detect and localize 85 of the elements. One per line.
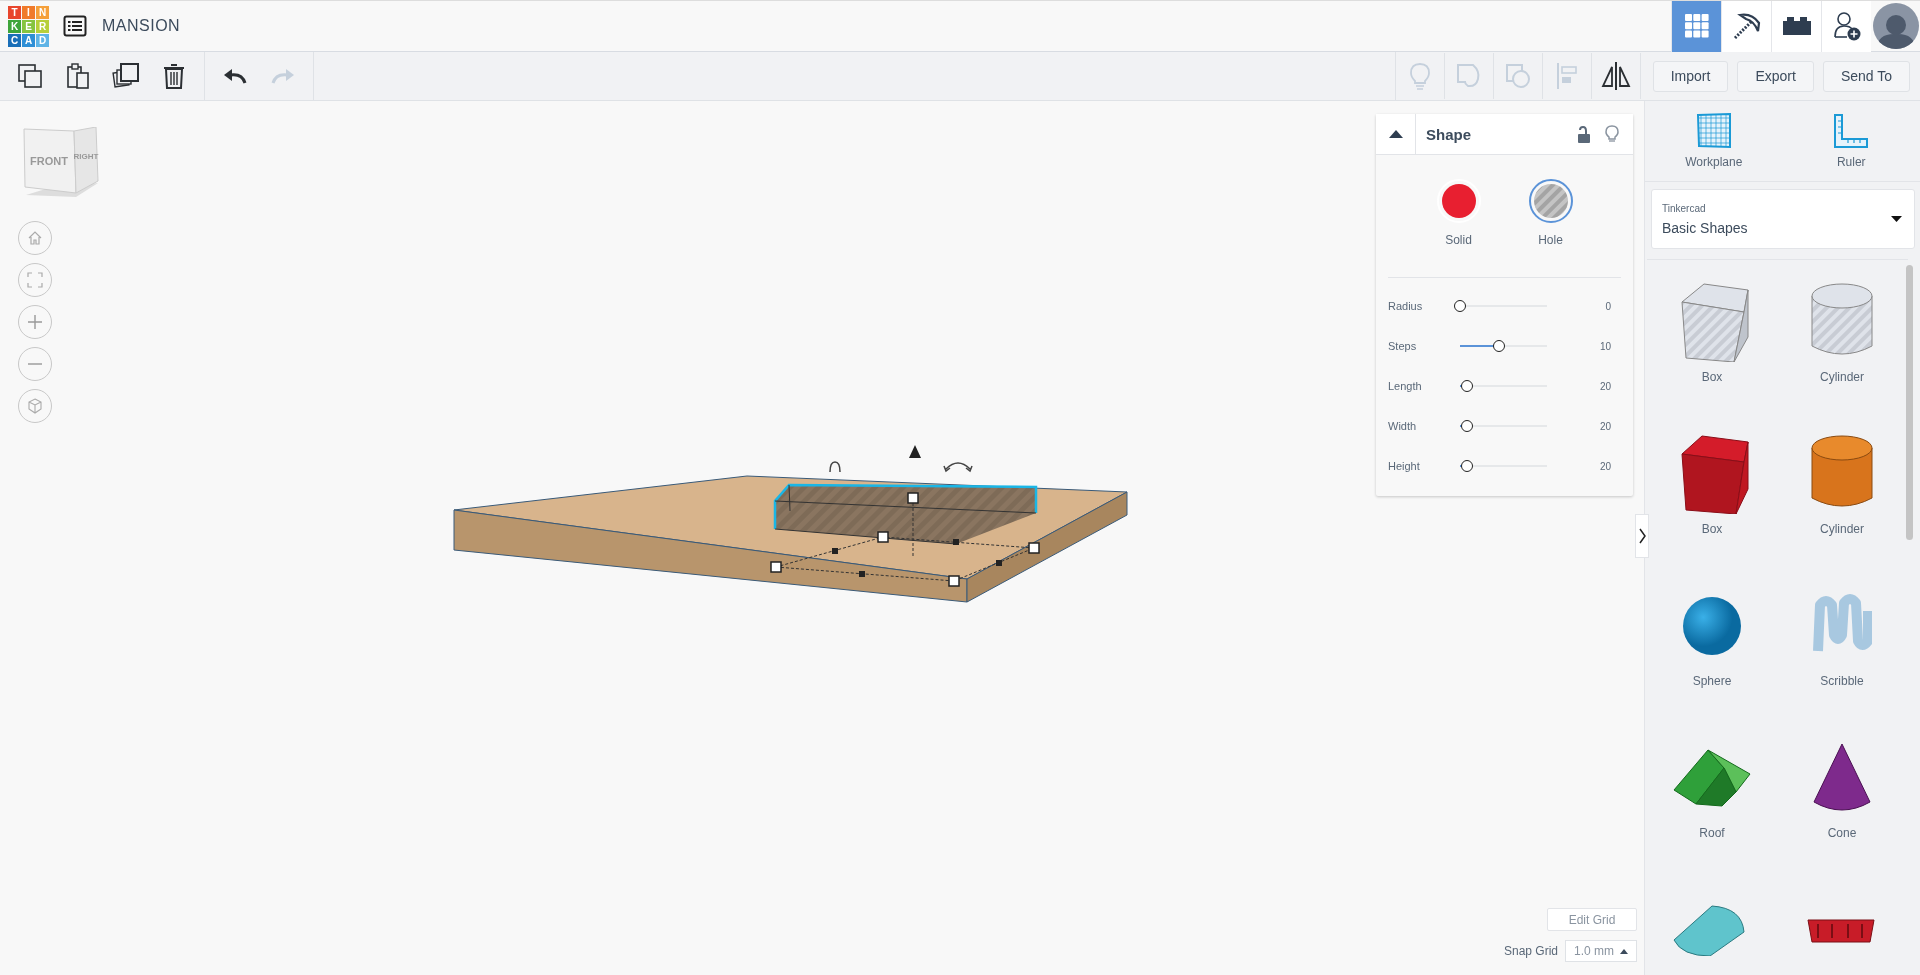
clipboard-icon — [66, 62, 90, 90]
shape-tile[interactable]: Scribble — [1777, 570, 1907, 722]
snap-grid-dropdown[interactable]: 1.0 mm — [1565, 940, 1637, 962]
redo-icon — [271, 67, 295, 85]
shape-library-dropdown[interactable]: Tinkercad Basic Shapes — [1651, 189, 1915, 249]
rotate-handle[interactable] — [829, 461, 841, 473]
resize-handle[interactable] — [907, 492, 919, 504]
user-avatar[interactable] — [1873, 3, 1919, 49]
shape-tile[interactable]: Box — [1647, 418, 1777, 570]
minus-icon — [28, 363, 42, 365]
undo-icon — [223, 67, 247, 85]
view-button[interactable] — [1771, 0, 1821, 52]
ruler-icon — [1833, 113, 1870, 149]
grid-plane-icon — [1695, 113, 1732, 149]
ungroup-icon — [1504, 62, 1531, 90]
pickaxe-icon — [1731, 11, 1762, 41]
export-button[interactable]: Export — [1737, 60, 1814, 92]
parameter-value: 10 — [1598, 340, 1612, 352]
lift-handle[interactable] — [909, 445, 921, 458]
duplicate-icon — [112, 62, 140, 90]
cone-icon — [1812, 742, 1872, 814]
group-icon — [1455, 62, 1482, 90]
list-icon — [63, 15, 87, 37]
sphere-icon — [1682, 596, 1742, 656]
grid-icon — [1684, 14, 1709, 38]
lightbulb-icon[interactable] — [1605, 125, 1619, 143]
shape-tile[interactable]: Cylinder — [1777, 266, 1907, 418]
solid-swatch-icon — [1441, 184, 1476, 218]
fit-view-icon — [27, 272, 43, 288]
resize-handle[interactable] — [877, 531, 889, 543]
parameter-value: 20 — [1598, 460, 1612, 472]
design-list-button[interactable] — [63, 15, 87, 37]
parameter-value: 20 — [1598, 380, 1612, 392]
shape-tile[interactable]: Box — [1647, 266, 1777, 418]
resize-handle[interactable] — [1028, 542, 1040, 554]
send-to-button[interactable]: Send To — [1822, 60, 1910, 92]
trash-icon — [163, 62, 185, 90]
shape-tile[interactable]: Cylinder — [1777, 418, 1907, 570]
add-user-icon — [1832, 11, 1861, 41]
chevron-right-icon — [1638, 528, 1646, 544]
mirror-icon — [1600, 61, 1631, 91]
panel-toggle-button[interactable] — [1635, 514, 1649, 558]
cube-face-label: FRONT — [30, 155, 68, 167]
parameter-label: Width — [1388, 420, 1418, 432]
copy-icon — [17, 63, 43, 89]
caret-up-icon — [1388, 130, 1403, 138]
caret-up-icon — [1620, 948, 1628, 954]
parameter-label: Length — [1388, 380, 1423, 392]
add-user-button[interactable] — [1821, 0, 1871, 52]
parameter-label: Radius — [1388, 300, 1424, 312]
plus-icon — [27, 314, 43, 330]
snap-grid-label: Snap Grid — [1503, 944, 1558, 958]
edit-grid-button[interactable]: Edit Grid — [1547, 908, 1637, 931]
parameter-value: 0 — [1604, 300, 1612, 312]
align-icon — [1555, 62, 1578, 90]
project-title: MANSION — [102, 17, 181, 35]
unlocked-padlock-icon[interactable] — [1577, 125, 1591, 143]
striped-hole-swatch-icon — [1533, 184, 1568, 218]
view-button[interactable] — [1721, 0, 1771, 52]
resize-handle[interactable] — [948, 575, 960, 587]
ruler-tool[interactable]: Ruler — [1782, 101, 1920, 181]
parameter-label: Steps — [1388, 340, 1418, 352]
app-logo[interactable]: T I N K E R C A D — [8, 5, 49, 47]
edge-handle[interactable] — [859, 571, 865, 577]
edge-handle[interactable] — [996, 560, 1002, 566]
edge-handle[interactable] — [832, 548, 838, 554]
cube-face-label: RIGHT — [73, 152, 99, 161]
roof-icon — [1672, 748, 1752, 808]
cube-icon — [27, 398, 43, 414]
panel-title: Shape — [1425, 125, 1472, 143]
parameter-label: Height — [1388, 460, 1421, 472]
resize-handle[interactable] — [770, 561, 782, 573]
rotate-handle[interactable] — [943, 462, 973, 472]
shape-tile[interactable]: Sphere — [1647, 570, 1777, 722]
import-button[interactable]: Import — [1652, 60, 1729, 92]
home-icon — [27, 230, 43, 246]
lightbulb-icon — [1408, 62, 1431, 90]
caret-down-icon — [1891, 216, 1902, 222]
shape-tile[interactable]: Cone — [1777, 722, 1907, 874]
scrollbar[interactable] — [1906, 265, 1913, 540]
shape-tile[interactable]: Roof — [1647, 722, 1777, 874]
workplane-tool[interactable]: Workplane — [1645, 101, 1783, 181]
brick-icon — [1781, 16, 1812, 36]
edge-handle[interactable] — [953, 539, 959, 545]
parameter-value: 20 — [1598, 420, 1612, 432]
